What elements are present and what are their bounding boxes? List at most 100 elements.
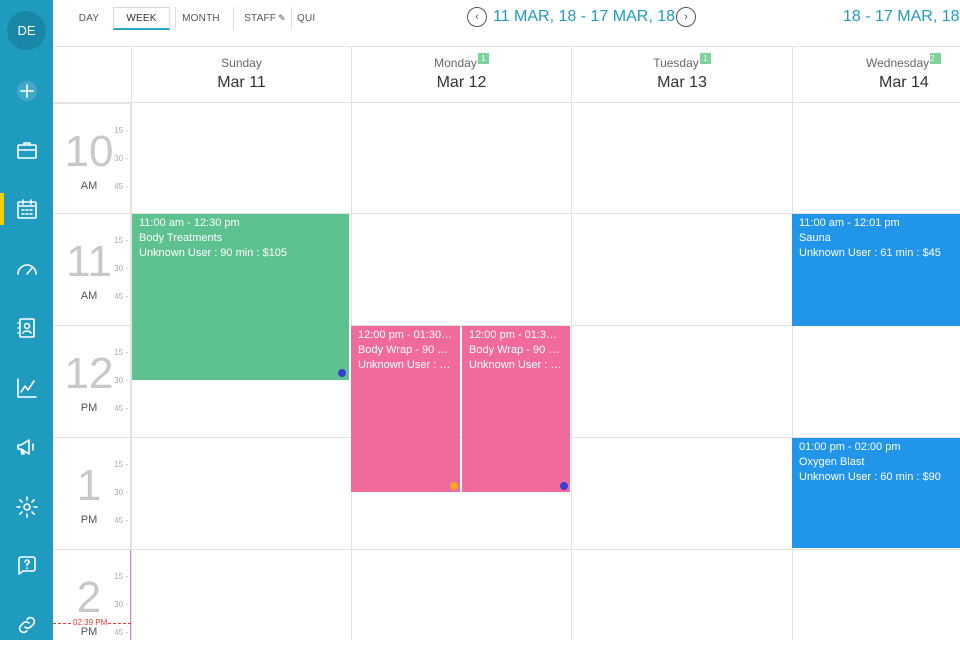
minute-mark: 15 xyxy=(114,236,128,245)
day-header-tuesday[interactable]: Tuesday 1 Mar 13 xyxy=(571,47,792,103)
prev-week-button[interactable]: ‹ xyxy=(467,7,487,27)
hour-period: AM xyxy=(80,180,98,192)
hour-period: PM xyxy=(80,626,98,638)
minute-mark: 15 xyxy=(114,572,128,581)
gear-icon[interactable] xyxy=(0,487,53,527)
minute-mark: 45 xyxy=(114,404,128,413)
appointment-body-wrap[interactable]: 12:00 pm - 01:30 pm Body Wrap - 90 min U… xyxy=(462,326,570,492)
month-view-button[interactable]: MONTH xyxy=(177,7,225,30)
hour-number: 12 xyxy=(64,349,114,398)
hour-label-11am: 11 AM 15 30 45 xyxy=(53,213,131,325)
day-name: Monday 1 xyxy=(352,53,571,70)
day-header-wednesday[interactable]: Wednesday2 Mar 14 xyxy=(792,47,960,103)
day-name: Tuesday 1 xyxy=(572,53,792,70)
divider xyxy=(291,7,292,30)
appointment-title: Oxygen Blast xyxy=(799,456,865,468)
divider xyxy=(233,7,234,30)
day-name-text: Tuesday xyxy=(653,56,699,70)
appointment-body-wrap[interactable]: 12:00 pm - 01:30 pm Body Wrap - 90 min U… xyxy=(351,326,460,492)
minute-mark: 30 xyxy=(114,600,128,609)
calendar-icon[interactable] xyxy=(0,189,53,229)
status-dot xyxy=(450,482,458,490)
staff-view-button[interactable]: STAFF ✎ xyxy=(239,7,291,30)
sidebar: DE xyxy=(0,0,53,640)
minute-mark: 45 xyxy=(114,182,128,191)
status-dot xyxy=(338,369,346,377)
appointment-count-badge: 2 xyxy=(930,53,942,64)
appointment-title: Body Treatments xyxy=(139,232,223,244)
hour-number: 2 xyxy=(76,573,102,622)
hour-label-1pm: 1 PM 15 30 45 xyxy=(53,437,131,549)
minute-mark: 45 xyxy=(114,516,128,525)
day-name: Wednesday2 xyxy=(866,53,960,70)
appointment-detail: Unknown User : 61 min : $45 xyxy=(799,247,941,259)
minute-mark: 30 xyxy=(114,376,128,385)
day-header-monday[interactable]: Monday 1 Mar 12 xyxy=(351,47,571,103)
appointment-detail: Unknown User : 90 min xyxy=(358,359,453,371)
appointment-detail: Unknown User : 90 min : $105 xyxy=(139,247,287,259)
minute-mark: 15 xyxy=(114,460,128,469)
day-name-text: Monday xyxy=(434,56,477,70)
help-icon[interactable] xyxy=(0,546,53,586)
staff-label: STAFF xyxy=(244,13,277,24)
date-range-label-secondary: 18 - 17 MAR, 18 xyxy=(843,8,960,25)
hour-period: AM xyxy=(80,290,98,302)
minute-mark: 15 xyxy=(114,126,128,135)
day-name-text: Wednesday xyxy=(866,56,930,70)
hour-label-10am: 10 AM 15 30 45 xyxy=(53,103,131,215)
hour-gridline xyxy=(131,549,960,550)
hour-number: 11 xyxy=(66,237,112,286)
day-date: Mar 12 xyxy=(436,74,487,91)
appointment-title: Sauna xyxy=(799,232,831,244)
chart-icon[interactable] xyxy=(0,368,53,408)
appointment-detail: Unknown User : 90 min xyxy=(469,359,563,371)
next-week-button[interactable]: › xyxy=(676,7,696,27)
appointment-time: 01:00 pm - 02:00 pm xyxy=(799,441,901,453)
briefcase-icon[interactable] xyxy=(0,130,53,170)
current-time-column-marker xyxy=(130,550,131,640)
minute-mark: 30 xyxy=(114,264,128,273)
day-header-sunday[interactable]: Sunday Mar 11 xyxy=(131,47,351,103)
week-view-button[interactable]: WEEK xyxy=(113,7,170,30)
appointment-detail: Unknown User : 60 min : $90 xyxy=(799,471,941,483)
calendar-toolbar: DAY WEEK MONTH STAFF ✎ QUI ‹ 11 MAR, 18 … xyxy=(53,0,960,47)
hour-period: PM xyxy=(80,402,98,414)
appointment-time: 11:00 am - 12:30 pm xyxy=(139,217,240,229)
hour-period: PM xyxy=(80,514,98,526)
hour-label-2pm: 2 PM 15 30 45 xyxy=(53,549,131,661)
time-gutter: 10 AM 15 30 45 11 AM 15 30 45 12 PM 15 3… xyxy=(53,103,131,640)
day-view-button[interactable]: DAY xyxy=(71,7,107,30)
day-date: Mar 11 xyxy=(217,74,266,91)
minute-mark: 45 xyxy=(114,292,128,301)
minute-mark: 30 xyxy=(114,154,128,163)
day-column-wednesday[interactable] xyxy=(792,103,960,640)
minute-mark: 45 xyxy=(114,628,128,637)
appointment-oxygen-blast[interactable]: 01:00 pm - 02:00 pm Oxygen Blast Unknown… xyxy=(792,438,960,548)
contacts-icon[interactable] xyxy=(0,308,53,348)
hour-number: 1 xyxy=(76,461,102,510)
appointment-count-badge: 1 xyxy=(477,53,489,64)
current-time-label: 02:39 PM xyxy=(72,618,109,627)
appointment-count-badge: 1 xyxy=(699,53,711,64)
chevron-left-icon: ‹ xyxy=(475,11,479,23)
day-name: Sunday xyxy=(221,56,262,70)
hour-label-12pm: 12 PM 15 30 45 xyxy=(53,325,131,437)
megaphone-icon[interactable] xyxy=(0,427,53,467)
day-column-tuesday[interactable] xyxy=(571,103,792,640)
pin-icon: ✎ xyxy=(278,13,286,23)
date-range-label: 11 MAR, 18 - 17 MAR, 18 xyxy=(493,8,675,25)
minute-mark: 30 xyxy=(114,488,128,497)
quick-view-button[interactable]: QUI xyxy=(297,7,325,30)
appointment-sauna[interactable]: 11:00 am - 12:01 pm Sauna Unknown User :… xyxy=(792,214,960,326)
status-dot xyxy=(560,482,568,490)
appointment-body-treatments[interactable]: 11:00 am - 12:30 pm Body Treatments Unkn… xyxy=(132,214,349,380)
plus-icon[interactable] xyxy=(0,71,53,111)
dashboard-icon[interactable] xyxy=(0,249,53,289)
link-icon[interactable] xyxy=(0,605,53,645)
divider xyxy=(175,7,176,30)
avatar[interactable]: DE xyxy=(7,11,46,50)
minute-mark: 15 xyxy=(114,348,128,357)
appointment-time: 12:00 pm - 01:30 pm xyxy=(469,329,563,341)
header-corner xyxy=(53,47,131,103)
appointment-time: 12:00 pm - 01:30 pm xyxy=(358,329,453,341)
